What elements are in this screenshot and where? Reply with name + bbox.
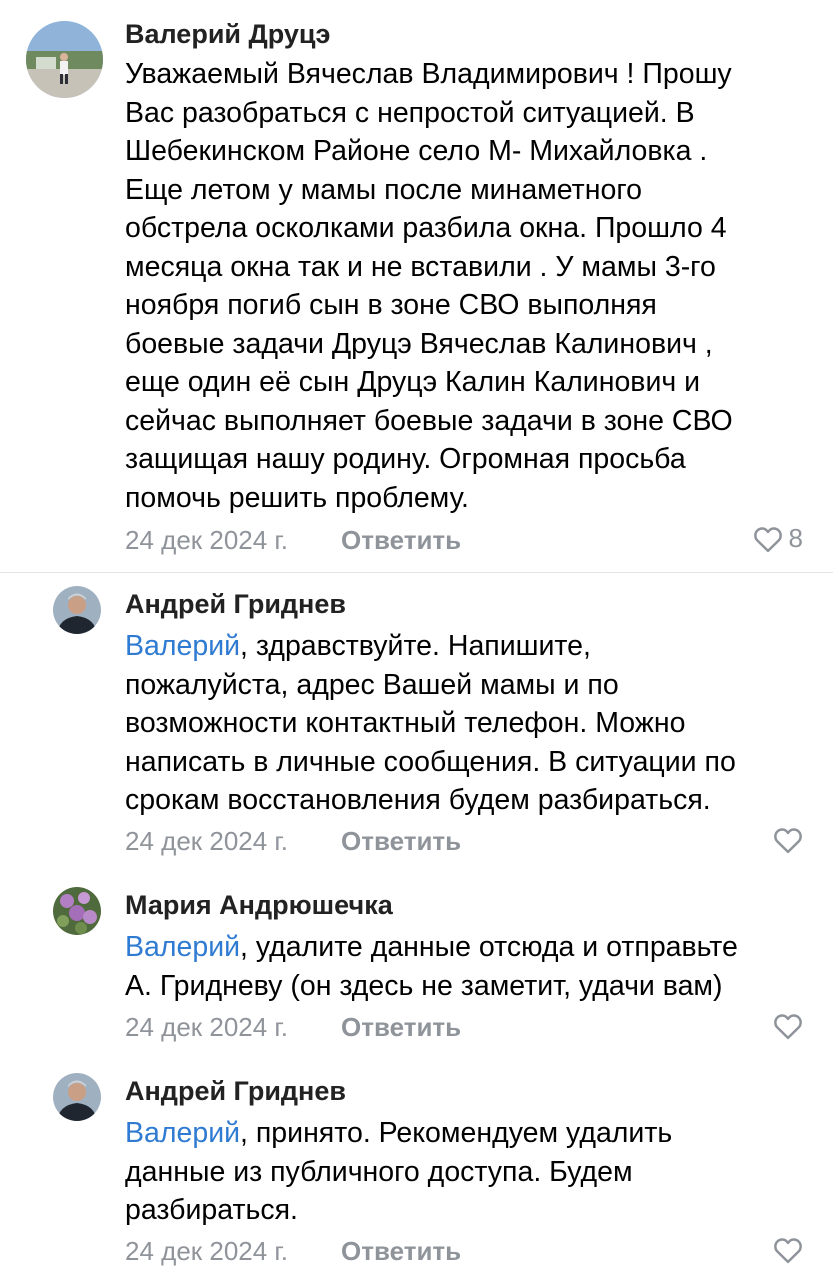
comment-text-line: сейчас выполняет боевые задачи в зоне СВ…: [125, 404, 733, 437]
comment-text-line: защищая нашу родину. Огромная просьба: [125, 443, 686, 475]
comment-text-line: Уважаемый Вячеслав Владимирович ! Прошу: [125, 58, 732, 90]
comment-date: 24 дек 2024 г.: [125, 525, 288, 555]
comment-text: Валерий, удалите данные отсюда и отправь…: [125, 928, 738, 1005]
avatar[interactable]: [26, 21, 103, 98]
comment-author[interactable]: Мария Андрюшечка: [125, 890, 393, 921]
heart-outline-icon: [753, 526, 782, 552]
comment-text-line: Вас разобраться с непростой ситуацией. В: [125, 96, 695, 129]
comment-text: Валерий, здравствуйте. Напишите, пожалуй…: [125, 627, 736, 820]
like-button[interactable]: [773, 1012, 803, 1040]
avatar[interactable]: [53, 1073, 101, 1121]
comment-text-line: пожалуйста, адрес Вашей мамы и по: [125, 668, 619, 701]
comment-text-fragment: , здравствуйте. Напишите,: [240, 630, 591, 662]
mention-link[interactable]: Валерий: [125, 630, 240, 662]
heart-outline-icon: [774, 1238, 802, 1264]
comment-text-line: помочь решить проблему.: [125, 481, 469, 514]
mention-link[interactable]: Валерий: [125, 931, 240, 963]
like-count: 8: [788, 523, 803, 553]
comment-text-line: возможности контактный телефон. Можно: [125, 707, 686, 739]
reply-button[interactable]: Ответить: [341, 826, 461, 857]
like-button[interactable]: [773, 1236, 803, 1264]
avatar[interactable]: [53, 586, 101, 634]
comment-text-line: данные из публичного доступа. Будем: [125, 1155, 633, 1188]
heart-outline-icon: [774, 828, 802, 854]
comment-text-line: разбираться.: [125, 1194, 298, 1226]
comment-text-line: Шебекинском Районе село М- Михайловка .: [125, 135, 708, 167]
comment-text-line: написать в личные сообщения. В ситуации …: [125, 745, 736, 778]
comment-date: 24 дек 2024 г.: [125, 1012, 288, 1042]
comment-author[interactable]: Андрей Гриднев: [125, 1076, 346, 1107]
comment-date: 24 дек 2024 г.: [125, 826, 288, 856]
comment-text-line: А. Гридневу (он здесь не заметит, удачи …: [125, 969, 723, 1002]
comment-text-line: боевые задачи Друцэ Вячеслав Калинович ,: [125, 327, 713, 360]
comment-author[interactable]: Валерий Друцэ: [125, 19, 330, 50]
reply-button[interactable]: Ответить: [341, 1012, 461, 1043]
mention-link[interactable]: Валерий: [125, 1117, 240, 1149]
avatar[interactable]: [53, 887, 101, 935]
like-button[interactable]: 8: [753, 523, 803, 554]
comment-text-line: ноября погиб сын в зоне СВО выполняя: [125, 289, 657, 321]
like-button[interactable]: [773, 826, 803, 854]
comment-text-line: еще один её сын Друцэ Калин Калинович и: [125, 366, 701, 398]
comment-text-line: Еще летом у мамы после минаметного: [125, 173, 642, 206]
reply-button[interactable]: Ответить: [341, 1236, 461, 1267]
comment-text-line: срокам восстановления будем разбираться.: [125, 784, 711, 816]
comment-text: Валерий, принято. Рекомендуем удалить да…: [125, 1114, 672, 1230]
comment-text-fragment: , удалите данные отсюда и отправьте: [240, 931, 738, 963]
heart-outline-icon: [774, 1014, 802, 1040]
comment-date: 24 дек 2024 г.: [125, 1236, 288, 1266]
comment-text-line: месяца окна так и не вставили . У мамы 3…: [125, 250, 716, 283]
divider: [0, 572, 833, 573]
comment-text: Уважаемый Вячеслав Владимирович ! Прошу …: [125, 55, 733, 517]
comment-author[interactable]: Андрей Гриднев: [125, 589, 346, 620]
comment-text-line: обстрела осколками разбила окна. Прошло …: [125, 212, 727, 244]
comment-text-fragment: , принято. Рекомендуем удалить: [240, 1117, 673, 1149]
reply-button[interactable]: Ответить: [341, 525, 461, 556]
